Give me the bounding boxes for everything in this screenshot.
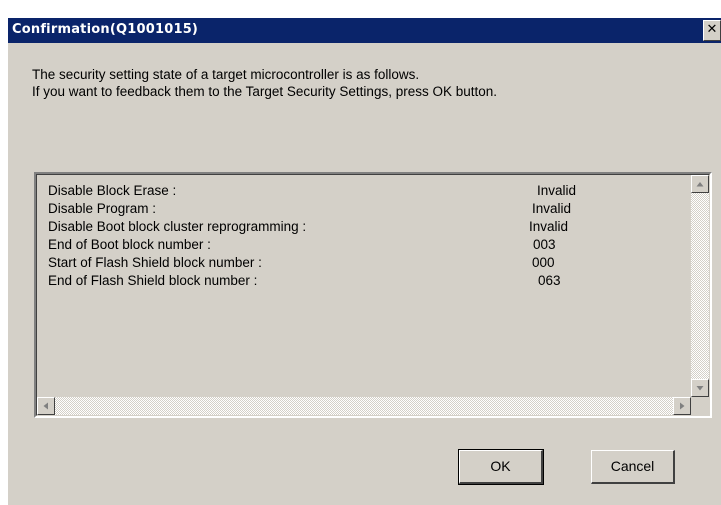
horizontal-scrollbar[interactable]	[37, 397, 691, 415]
setting-label: Disable Block Erase :	[48, 183, 177, 198]
setting-value: 000	[532, 255, 555, 270]
window-title: Confirmation(Q1001015)	[12, 22, 199, 37]
ok-button[interactable]: OK	[458, 449, 544, 485]
list-item: Disable Boot block cluster reprogramming…	[48, 219, 678, 237]
scroll-up-arrow-icon	[696, 182, 704, 187]
setting-label: Disable Program :	[48, 201, 157, 216]
scroll-left-arrow-icon	[43, 402, 48, 410]
close-icon: ✕	[706, 22, 718, 37]
list-item: Disable Block Erase : Invalid	[48, 183, 678, 201]
setting-label: End of Boot block number :	[48, 237, 211, 252]
message-line-2: If you want to feedback them to the Targ…	[32, 84, 498, 99]
list-rows: Disable Block Erase : Invalid Disable Pr…	[48, 183, 678, 291]
cancel-button[interactable]: Cancel	[591, 450, 675, 484]
setting-value: 003	[533, 237, 556, 252]
list-item: End of Boot block number : 003	[48, 237, 678, 255]
scroll-down-button[interactable]	[691, 379, 709, 397]
message-line-1: The security setting state of a target m…	[32, 67, 420, 82]
title-bar[interactable]: Confirmation(Q1001015) ✕	[8, 18, 721, 43]
confirmation-dialog: Confirmation(Q1001015) ✕ The security se…	[8, 18, 721, 505]
setting-value: Invalid	[532, 201, 572, 216]
setting-value: 063	[538, 273, 561, 288]
setting-label: Start of Flash Shield block number :	[48, 255, 262, 270]
security-settings-list[interactable]: Disable Block Erase : Invalid Disable Pr…	[34, 172, 712, 418]
message-text: The security setting state of a target m…	[32, 66, 497, 100]
setting-value: Invalid	[529, 219, 569, 234]
setting-value: Invalid	[537, 183, 577, 198]
scroll-down-arrow-icon	[696, 386, 704, 391]
setting-label: End of Flash Shield block number :	[48, 273, 258, 288]
list-item: Start of Flash Shield block number : 000	[48, 255, 678, 273]
list-item: Disable Program : Invalid	[48, 201, 678, 219]
scroll-right-button[interactable]	[673, 397, 691, 415]
scroll-left-button[interactable]	[37, 397, 55, 415]
scrollbar-corner	[691, 397, 709, 415]
list-frame: Disable Block Erase : Invalid Disable Pr…	[36, 174, 710, 416]
close-button[interactable]: ✕	[703, 20, 721, 41]
scroll-right-arrow-icon	[680, 402, 685, 410]
list-item: End of Flash Shield block number : 063	[48, 273, 678, 291]
vertical-scrollbar[interactable]	[691, 175, 709, 397]
setting-label: Disable Boot block cluster reprogramming…	[48, 219, 307, 234]
scroll-up-button[interactable]	[691, 175, 709, 193]
